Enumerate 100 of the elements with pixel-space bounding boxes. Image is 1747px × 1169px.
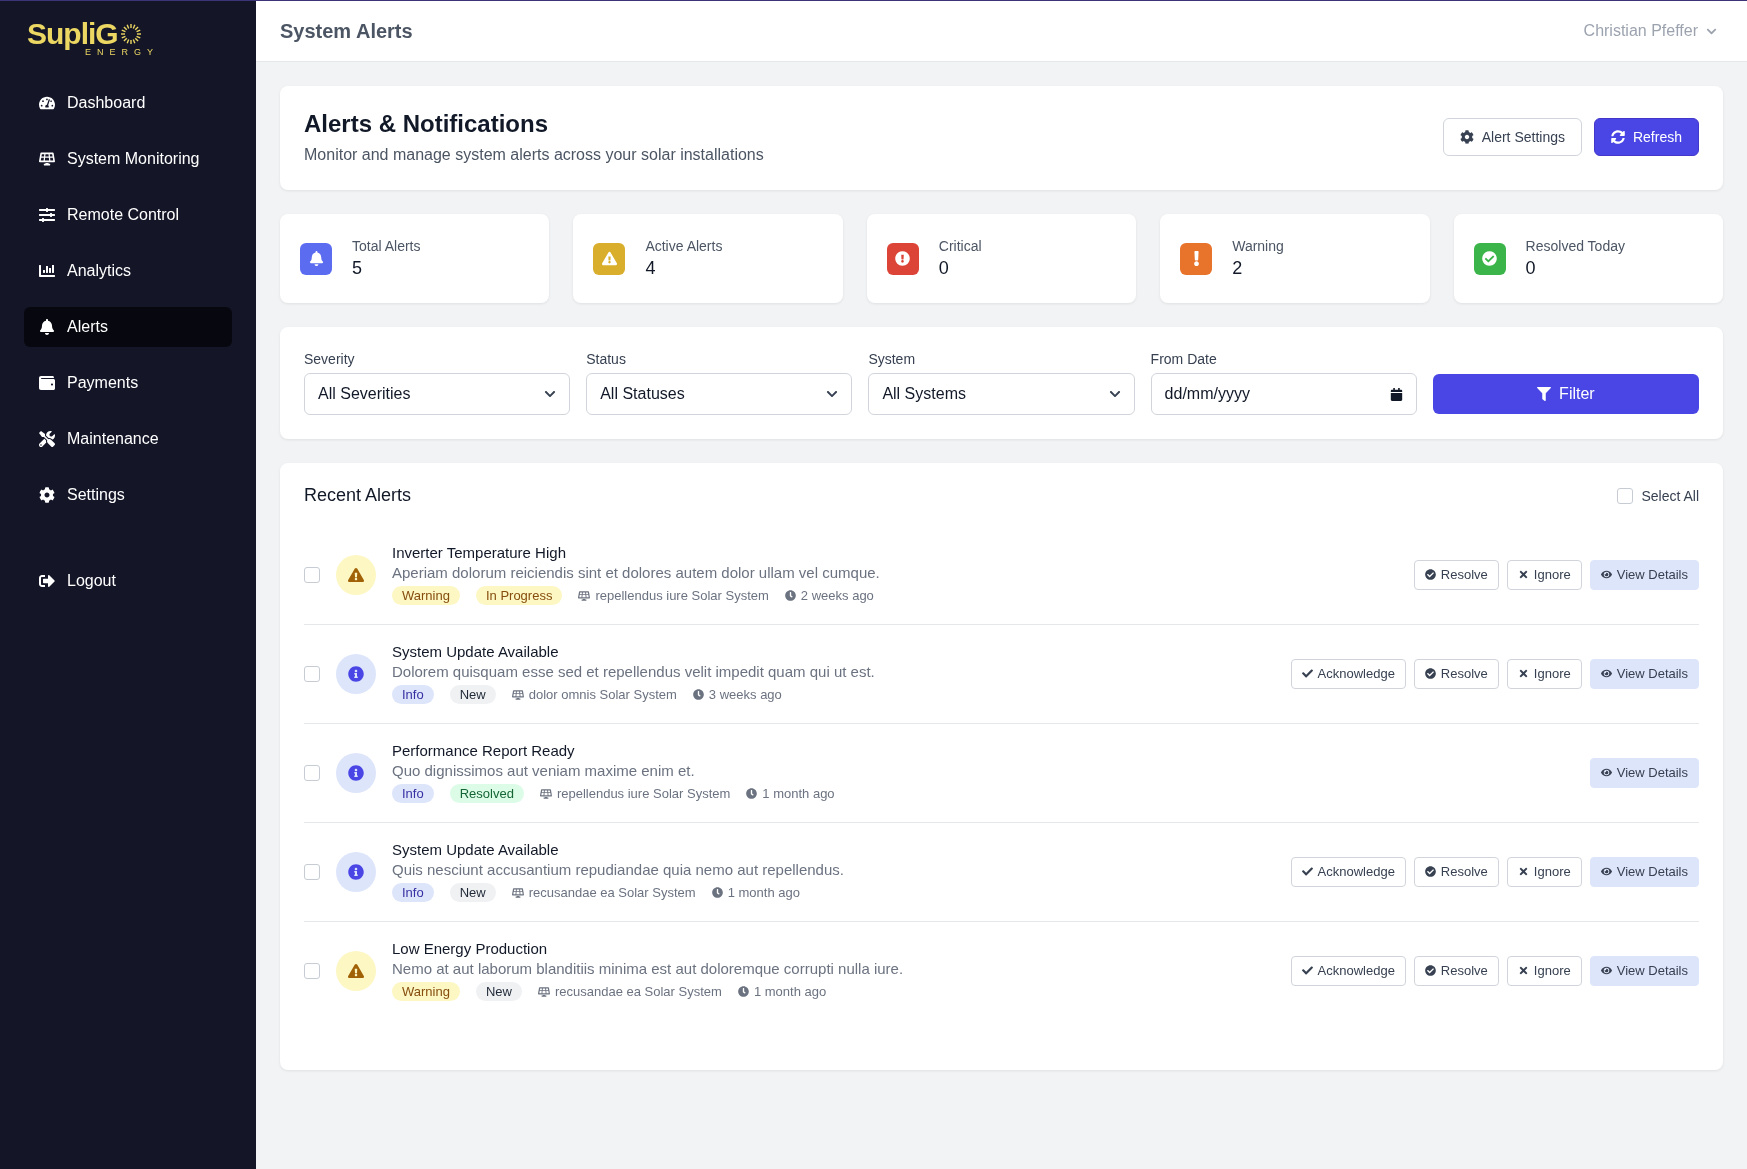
ignore-button[interactable]: Ignore <box>1506 856 1582 887</box>
filter-button[interactable]: Filter <box>1432 374 1699 414</box>
select-field[interactable]: All Systems <box>868 373 1135 415</box>
acknowledge-button[interactable]: Acknowledge <box>1290 955 1406 986</box>
alert-time: 2 weeks ago <box>800 588 874 603</box>
alert-settings-button[interactable]: Alert Settings <box>1442 118 1582 156</box>
clock-icon <box>746 788 758 799</box>
gauge-icon <box>39 95 55 111</box>
stat-value: 0 <box>1525 258 1537 279</box>
acknowledge-button[interactable]: Acknowledge <box>1290 856 1406 887</box>
resolve-button[interactable]: Resolve <box>1413 856 1499 887</box>
date-field[interactable]: dd/mm/yyyy <box>1150 373 1417 415</box>
sidebar-item[interactable]: Remote Control <box>24 195 232 235</box>
field-label: From Date <box>1150 351 1218 367</box>
sidebar-item[interactable]: Settings <box>24 475 232 515</box>
checkbox[interactable] <box>304 863 320 880</box>
stat-value: 0 <box>938 258 950 279</box>
alert-time: 1 month ago <box>727 885 800 900</box>
section-title: Recent Alerts <box>304 485 412 506</box>
status-badge: In Progress <box>475 586 563 605</box>
sliders-icon <box>39 207 55 223</box>
sun-logo-icon <box>119 23 142 45</box>
solar-panel-icon <box>578 589 591 602</box>
solar-panel-icon <box>511 886 524 899</box>
resolve-button[interactable]: Resolve <box>1413 559 1499 590</box>
alert-description: Quo dignissimos aut veniam maxime enim et. <box>392 762 696 779</box>
header-title: System Alerts <box>280 19 413 43</box>
acknowledge-button[interactable]: Acknowledge <box>1290 658 1406 689</box>
select-all-label: Select All <box>1641 487 1699 504</box>
sidebar-item[interactable]: Maintenance <box>24 419 232 459</box>
resolve-button[interactable]: Resolve <box>1413 955 1499 986</box>
severity-badge: Info <box>392 784 434 803</box>
status-badge: New <box>449 685 496 704</box>
chevron-down-icon <box>826 388 839 400</box>
checkbox[interactable] <box>304 764 320 781</box>
close-icon <box>1517 866 1529 877</box>
sidebar-item[interactable]: Payments <box>24 363 232 403</box>
sidebar-item[interactable]: Alerts <box>24 307 232 347</box>
status-badge: Resolved <box>449 784 524 803</box>
alert-description: Nemo at aut laborum blanditiis minima est aut doloremque corrupti nulla iure. <box>392 960 905 977</box>
view-button[interactable]: View Details <box>1589 559 1699 590</box>
refresh-button[interactable]: Refresh <box>1593 118 1699 156</box>
logout-link[interactable]: Logout <box>24 561 232 601</box>
sidebar-item[interactable]: System Monitoring <box>24 139 232 179</box>
page-title: Alerts & Notifications <box>304 110 550 138</box>
checkbox[interactable] <box>304 665 320 682</box>
severity-badge: Info <box>392 883 434 902</box>
clock-icon <box>711 887 723 898</box>
select-field[interactable]: All Severities <box>304 373 571 415</box>
stat-label: Active Alerts <box>645 238 723 254</box>
alert-title: System Update Available <box>392 643 560 660</box>
solar-panel-icon <box>537 985 550 998</box>
page-subtitle: Monitor and manage system alerts across your solar installations <box>304 146 764 164</box>
sidebar-item[interactable]: Dashboard <box>24 83 232 123</box>
stat-label: Resolved Today <box>1525 238 1625 254</box>
close-icon <box>1517 569 1529 580</box>
solar-panel-icon <box>539 787 552 800</box>
info-icon <box>336 851 376 892</box>
ignore-button[interactable]: Ignore <box>1506 955 1582 986</box>
alert-title: System Update Available <box>392 841 560 858</box>
check-icon <box>1301 965 1313 976</box>
bell-icon <box>39 319 55 335</box>
alert-title: Low Energy Production <box>392 940 549 957</box>
checkbox[interactable] <box>304 962 320 979</box>
logout-icon <box>39 573 55 589</box>
stat-value: 5 <box>352 258 363 279</box>
stat-value: 4 <box>645 258 657 279</box>
view-button[interactable]: View Details <box>1589 658 1699 689</box>
system-name: repellendus iure Solar System <box>595 588 769 603</box>
wallet-icon <box>39 375 55 391</box>
checkbox[interactable] <box>304 566 320 583</box>
resolve-button[interactable]: Resolve <box>1413 658 1499 689</box>
view-button[interactable]: View Details <box>1589 757 1699 788</box>
warning-icon <box>336 950 376 991</box>
eye-icon <box>1600 866 1612 877</box>
ignore-button[interactable]: Ignore <box>1506 658 1582 689</box>
close-icon <box>1517 965 1529 976</box>
view-button[interactable]: View Details <box>1589 955 1699 986</box>
settings-icon <box>39 487 55 503</box>
status-badge: New <box>475 982 522 1001</box>
bar-chart-icon <box>39 263 55 279</box>
alert-description: Aperiam dolorum reiciendis sint et dolores autem dolor ullam vel cumque. <box>392 564 881 581</box>
select-field[interactable]: All Statuses <box>586 373 853 415</box>
eye-icon <box>1600 569 1612 580</box>
warning-icon <box>336 554 376 595</box>
refresh-icon <box>1610 130 1625 144</box>
tools-icon <box>39 431 55 447</box>
alert-title: Performance Report Ready <box>392 742 576 759</box>
check-icon <box>1301 668 1313 679</box>
info-icon <box>336 752 376 793</box>
eye-icon <box>1600 965 1612 976</box>
ignore-button[interactable]: Ignore <box>1506 559 1582 590</box>
field-label: System <box>868 351 917 367</box>
view-button[interactable]: View Details <box>1589 856 1699 887</box>
alert-description: Dolorem quisquam esse sed et repellendus velit impedit quam qui ut est. <box>392 663 876 680</box>
chevron-down-icon <box>1108 388 1121 400</box>
sidebar-item[interactable]: Analytics <box>24 251 232 291</box>
alert-time: 1 month ago <box>762 786 835 801</box>
solar-panel-icon <box>39 151 55 167</box>
checkbox[interactable] <box>1617 487 1634 504</box>
